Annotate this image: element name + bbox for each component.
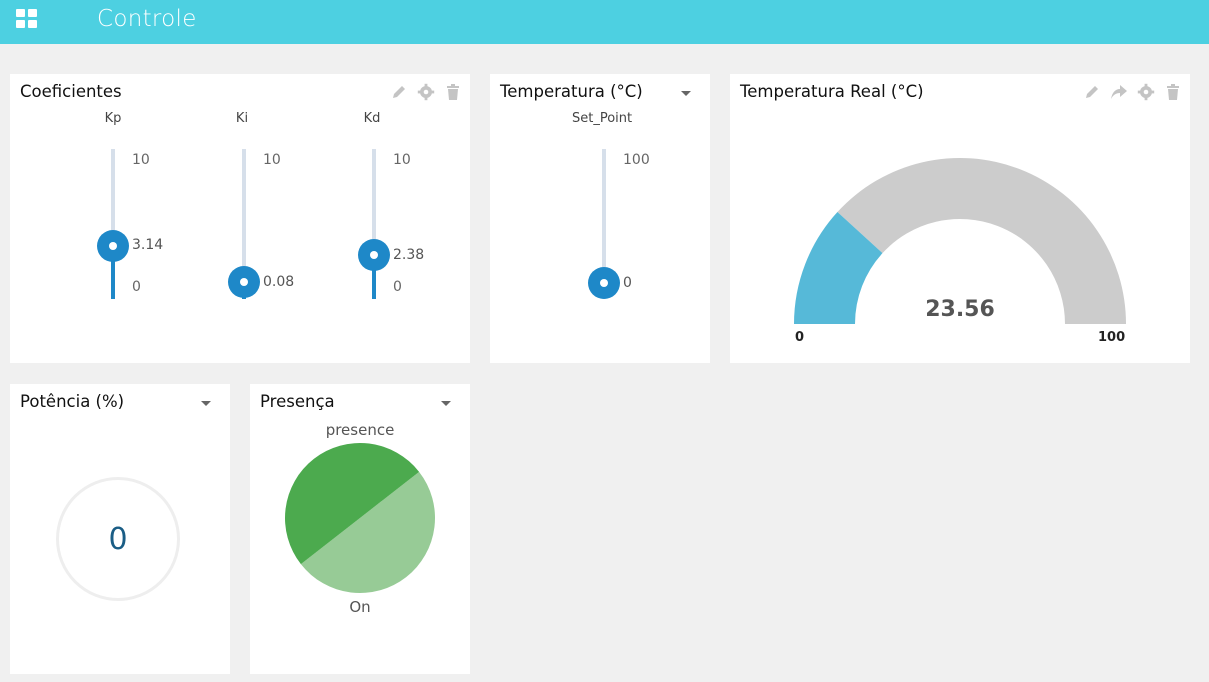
slider-value-kp: 3.14 [132, 237, 164, 253]
page-title: Controle [97, 6, 197, 32]
slider-label-kd: Kd [363, 111, 381, 126]
slider-value-kd: 2.38 [393, 247, 425, 263]
gear-icon[interactable] [417, 83, 435, 101]
pie-value-label: On [349, 598, 371, 616]
gauge-value: 23.56 [925, 297, 995, 322]
slider-handle-kp[interactable] [97, 230, 129, 262]
card-title: Coeficientes [20, 82, 122, 101]
slider-value-set-point: 0 [623, 275, 632, 291]
card-title: Temperatura (°C) [500, 82, 643, 101]
slider-max-kp: 10 [132, 152, 150, 168]
presenca-card: Presença presence On [250, 384, 470, 674]
temperatura-card: Temperatura (°C) Set_Point 100 0 [490, 74, 710, 363]
card-title: Potência (%) [20, 392, 125, 411]
trash-icon[interactable] [444, 83, 462, 101]
presence-pie [285, 443, 435, 593]
slider-label-set-point: Set_Point [572, 111, 633, 126]
slider-max-ki: 10 [263, 152, 281, 168]
slider-min-kp: 0 [132, 279, 141, 295]
pencil-icon[interactable] [390, 83, 408, 101]
slider-max-kd: 10 [393, 152, 411, 168]
card-toolbar [390, 83, 462, 101]
slider-handle-set-point[interactable] [588, 267, 620, 299]
top-bar: Controle [0, 0, 1209, 44]
slider-handle-ki[interactable] [228, 266, 260, 298]
slider-label-ki: Ki [235, 111, 249, 126]
chevron-down-icon[interactable] [201, 401, 211, 406]
slider-min-kd: 0 [393, 279, 402, 295]
slider-max-set-point: 100 [623, 152, 650, 168]
grid-icon[interactable] [16, 9, 38, 31]
coeficientes-card: Coeficientes Kp 10 3.14 0 Ki 10 0.08 Kd … [10, 74, 470, 363]
gauge-max: 100 [1098, 330, 1126, 345]
potencia-card: Potência (%) 0 [10, 384, 230, 674]
temperatura-real-card: Temperatura Real (°C) 0 100 23.56 [730, 74, 1190, 363]
slider-handle-kd[interactable] [358, 239, 390, 271]
slider-value-ki: 0.08 [263, 274, 295, 290]
gauge-min: 0 [795, 330, 805, 345]
power-value: 0 [108, 522, 128, 557]
chevron-down-icon[interactable] [681, 91, 691, 96]
slider-label-kp: Kp [104, 111, 122, 126]
